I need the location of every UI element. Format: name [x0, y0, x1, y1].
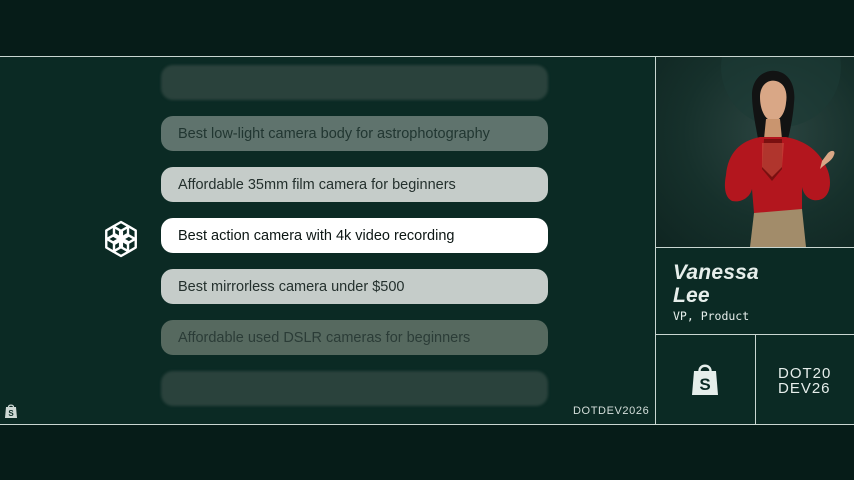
dotdev-logo: DOT20 DEV26: [778, 366, 831, 396]
shopify-bag-icon: S: [692, 364, 718, 395]
suggestion-item: [161, 65, 548, 100]
suggestion-item[interactable]: Affordable used DSLR cameras for beginne…: [161, 320, 548, 355]
suggestion-item[interactable]: Best mirrorless camera under $500: [161, 269, 548, 304]
speaker-name: Vanessa Lee: [673, 261, 759, 307]
suggestion-label: Affordable 35mm film camera for beginner…: [178, 176, 456, 193]
speaker-title: VP, Product: [673, 309, 750, 323]
suggestion-label: Best mirrorless camera under $500: [178, 278, 405, 295]
divider-speaker: [656, 247, 854, 248]
speaker-last-name: Lee: [673, 284, 710, 307]
suggestion-label: Best low-light camera body for astrophot…: [178, 125, 490, 142]
dotdev-logo-line1: DOT20: [778, 365, 832, 382]
suggestion-item-selected[interactable]: Best action camera with 4k video recordi…: [161, 218, 548, 253]
speaker-video: [656, 57, 854, 247]
event-label: DOTDEV2026: [573, 405, 650, 417]
speaker-first-name: Vanessa: [673, 261, 759, 284]
suggestion-label: Affordable used DSLR cameras for beginne…: [178, 329, 471, 346]
speaker-figure-icon: [721, 57, 841, 247]
shopify-bag-icon: S: [5, 404, 17, 418]
suggestion-item[interactable]: Affordable 35mm film camera for beginner…: [161, 167, 548, 202]
svg-text:S: S: [699, 375, 710, 394]
suggestion-item[interactable]: Best low-light camera body for astrophot…: [161, 116, 548, 151]
suggestion-item: [161, 371, 548, 406]
suggestion-label: Best action camera with 4k video recordi…: [178, 227, 455, 244]
divider-logo-split: [755, 334, 756, 425]
openai-logo-icon: [105, 220, 137, 258]
svg-text:S: S: [8, 409, 14, 418]
dotdev-logo-line2: DEV26: [778, 380, 831, 397]
